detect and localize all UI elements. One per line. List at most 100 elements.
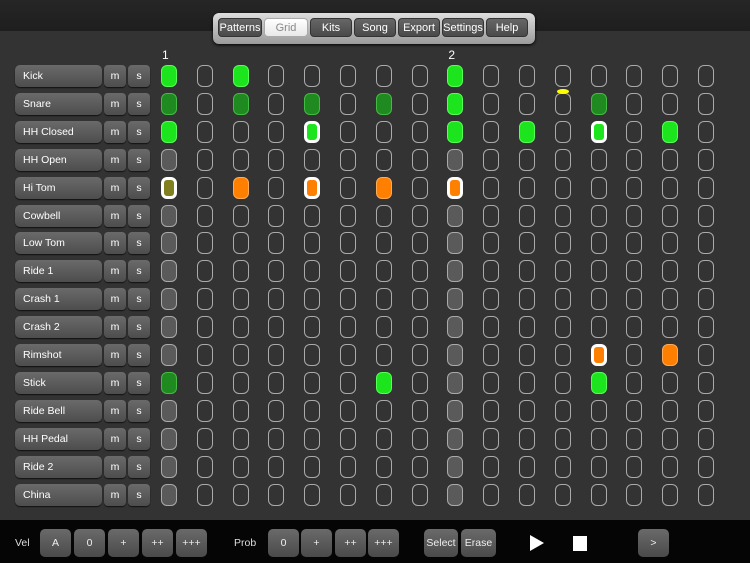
mute-button[interactable]: m (104, 204, 126, 227)
track-name-button[interactable]: HH Pedal (15, 427, 102, 450)
step-cell[interactable] (232, 65, 249, 87)
play-icon[interactable] (530, 535, 544, 551)
mute-button[interactable]: m (104, 399, 126, 422)
step-cell[interactable] (196, 176, 213, 199)
step-cell[interactable] (411, 316, 428, 339)
step-cell[interactable] (411, 260, 428, 283)
mute-button[interactable]: m (104, 92, 126, 115)
step-cell[interactable] (554, 371, 571, 394)
step-cell[interactable] (483, 455, 500, 478)
step-cell[interactable] (161, 399, 177, 422)
track-name-button[interactable]: Crash 2 (15, 316, 102, 339)
step-cell[interactable] (232, 344, 249, 366)
tab-grid[interactable]: Grid (264, 18, 308, 37)
step-cell[interactable] (161, 316, 177, 339)
step-cell[interactable] (196, 288, 213, 311)
step-cell[interactable] (590, 371, 607, 394)
track-name-button[interactable]: HH Closed (15, 120, 102, 143)
step-cell[interactable] (161, 120, 177, 143)
step-cell[interactable] (483, 120, 500, 143)
step-cell[interactable] (554, 120, 571, 143)
step-cell[interactable] (411, 483, 428, 506)
step-cell[interactable] (662, 483, 679, 506)
step-cell[interactable] (626, 204, 643, 227)
step-cell[interactable] (447, 344, 464, 366)
step-cell[interactable] (519, 483, 535, 506)
step-cell[interactable] (483, 288, 500, 311)
step-cell[interactable] (268, 260, 285, 283)
tab-song[interactable]: Song (354, 18, 396, 37)
step-cell[interactable] (161, 344, 177, 366)
step-cell[interactable] (590, 176, 607, 199)
step-cell[interactable] (554, 204, 571, 227)
solo-button[interactable]: s (128, 288, 150, 311)
solo-button[interactable]: s (128, 483, 150, 506)
step-cell[interactable] (304, 260, 321, 283)
solo-button[interactable]: s (128, 260, 150, 283)
velocity-button-4[interactable]: +++ (176, 529, 207, 557)
step-cell[interactable] (554, 92, 571, 115)
step-cell[interactable] (447, 92, 464, 115)
step-cell[interactable] (590, 288, 607, 311)
step-cell[interactable] (662, 176, 679, 199)
step-cell[interactable] (590, 148, 607, 171)
step-cell[interactable] (698, 92, 714, 115)
step-cell[interactable] (447, 232, 464, 255)
step-cell[interactable] (483, 371, 500, 394)
step-cell[interactable] (662, 427, 679, 450)
step-cell[interactable] (196, 120, 213, 143)
mute-button[interactable]: m (104, 427, 126, 450)
tab-settings[interactable]: Settings (442, 18, 484, 37)
step-cell[interactable] (662, 455, 679, 478)
step-cell[interactable] (196, 204, 213, 227)
step-cell[interactable] (161, 148, 177, 171)
step-cell[interactable] (196, 148, 213, 171)
step-cell[interactable] (626, 148, 643, 171)
step-cell[interactable] (268, 288, 285, 311)
step-cell[interactable] (698, 260, 714, 283)
solo-button[interactable]: s (128, 427, 150, 450)
step-cell[interactable] (662, 260, 679, 283)
step-cell[interactable] (232, 176, 249, 199)
mute-button[interactable]: m (104, 288, 126, 311)
step-cell[interactable] (232, 288, 249, 311)
step-cell[interactable] (340, 232, 356, 255)
step-cell[interactable] (268, 455, 285, 478)
step-cell[interactable] (447, 371, 464, 394)
step-cell[interactable] (519, 120, 535, 143)
step-cell[interactable] (375, 260, 392, 283)
step-cell[interactable] (519, 176, 535, 199)
step-cell[interactable] (519, 427, 535, 450)
erase-button[interactable]: Erase (461, 529, 496, 557)
step-cell[interactable] (232, 260, 249, 283)
mute-button[interactable]: m (104, 120, 126, 143)
step-cell[interactable] (698, 399, 714, 422)
step-cell[interactable] (161, 204, 177, 227)
step-cell[interactable] (483, 232, 500, 255)
step-cell[interactable] (698, 371, 714, 394)
solo-button[interactable]: s (128, 92, 150, 115)
step-cell[interactable] (304, 232, 321, 255)
step-cell[interactable] (483, 176, 500, 199)
step-cell[interactable] (232, 232, 249, 255)
velocity-button-2[interactable]: + (108, 529, 139, 557)
step-cell[interactable] (519, 260, 535, 283)
step-cell[interactable] (626, 344, 643, 366)
mute-button[interactable]: m (104, 260, 126, 283)
step-cell[interactable] (590, 399, 607, 422)
step-cell[interactable] (519, 455, 535, 478)
step-cell[interactable] (483, 316, 500, 339)
step-cell[interactable] (447, 316, 464, 339)
track-name-button[interactable]: Ride Bell (15, 399, 102, 422)
step-cell[interactable] (340, 204, 356, 227)
step-cell[interactable] (340, 427, 356, 450)
step-cell[interactable] (268, 399, 285, 422)
step-cell[interactable] (340, 92, 356, 115)
step-cell[interactable] (340, 455, 356, 478)
mute-button[interactable]: m (104, 65, 126, 87)
step-cell[interactable] (519, 316, 535, 339)
step-cell[interactable] (662, 92, 679, 115)
step-cell[interactable] (662, 120, 679, 143)
mute-button[interactable]: m (104, 483, 126, 506)
step-cell[interactable] (554, 176, 571, 199)
